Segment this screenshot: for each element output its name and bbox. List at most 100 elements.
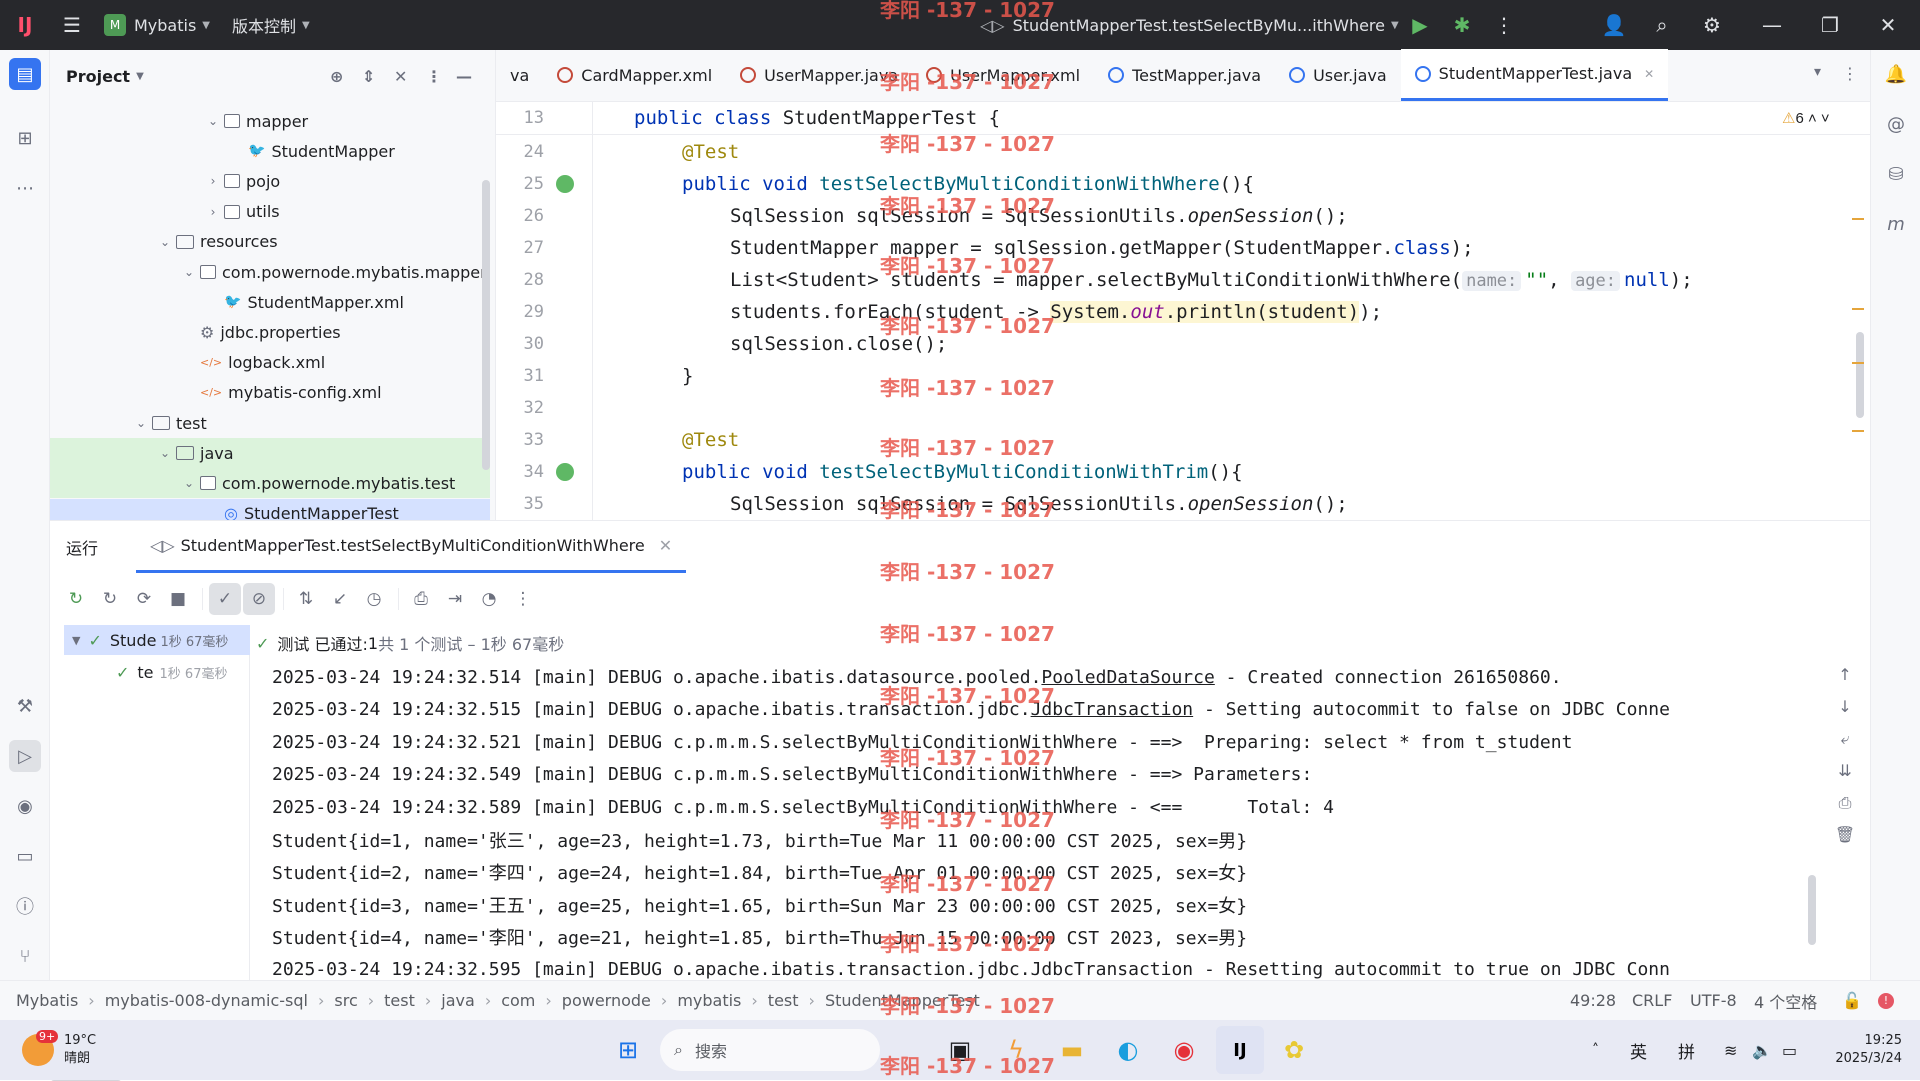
tree-item[interactable]: ◎ StudentMapperTest: [50, 498, 490, 520]
chevron-right-icon[interactable]: ›: [202, 205, 224, 219]
structure-icon[interactable]: ⊞: [9, 122, 41, 154]
console-link[interactable]: JdbcTransaction: [1031, 699, 1194, 720]
import-tests-icon[interactable]: ↙: [324, 583, 356, 615]
export-icon[interactable]: ⇥: [439, 583, 471, 615]
editor-tab[interactable]: UserMapper.java: [726, 49, 912, 101]
task-view-icon[interactable]: ▣: [936, 1026, 984, 1074]
chevron-down-icon[interactable]: ⌄: [202, 114, 224, 128]
breadcrumb-item[interactable]: mybatis: [677, 991, 741, 1010]
restore-icon[interactable]: ❐: [1808, 0, 1852, 50]
chevron-down-icon[interactable]: ⌄: [178, 265, 200, 279]
volume-icon[interactable]: 🔈: [1752, 1041, 1772, 1060]
options-icon[interactable]: ⋮: [426, 67, 442, 86]
tabs-more-icon[interactable]: ⋮: [1842, 64, 1858, 83]
more-tools-icon[interactable]: ⋯: [9, 172, 41, 204]
git-icon[interactable]: ⑂: [9, 940, 41, 972]
clock[interactable]: 19:25 2025/3/24: [1822, 1032, 1902, 1068]
project-panel-title[interactable]: Project: [66, 67, 130, 86]
intellij-logo-icon[interactable]: IJ: [0, 0, 50, 50]
add-user-icon[interactable]: 👤: [1592, 0, 1636, 50]
warning-stripe[interactable]: [1852, 218, 1864, 220]
scroll-down-icon[interactable]: ↓: [1830, 697, 1860, 729]
tree-item[interactable]: › pojo: [50, 166, 490, 196]
file-encoding[interactable]: UTF-8: [1690, 991, 1737, 1010]
warnings-indicator[interactable]: ⚠6 ˄ ˅: [1782, 109, 1830, 127]
cursor-position[interactable]: 49:28: [1570, 991, 1616, 1010]
tree-item[interactable]: ⌄ resources: [50, 227, 490, 257]
wifi-icon[interactable]: ≋: [1724, 1041, 1737, 1060]
editor-scrollbar[interactable]: [1856, 332, 1864, 418]
project-tool-icon[interactable]: ▤: [9, 58, 41, 90]
hide-panel-icon[interactable]: —: [456, 67, 472, 86]
tabs-dropdown-icon[interactable]: ▾: [1814, 64, 1821, 80]
run-config-selector[interactable]: ◁▷ StudentMapperTest.testSelectByMu...it…: [980, 0, 1399, 50]
console-scrollbar[interactable]: [1808, 875, 1816, 945]
tree-item[interactable]: ⌄ com.powernode.mybatis.test: [50, 468, 490, 499]
rerun-auto-icon[interactable]: ⟳: [128, 583, 160, 615]
tree-item[interactable]: </> logback.xml: [50, 348, 490, 378]
lock-icon[interactable]: 🔓: [1842, 991, 1862, 1010]
chevron-down-icon[interactable]: ▼: [136, 71, 144, 82]
scroll-to-end-icon[interactable]: ⇊: [1830, 761, 1860, 793]
more-actions-icon[interactable]: ⋮: [1482, 0, 1526, 50]
battery-icon[interactable]: ▭: [1782, 1041, 1797, 1060]
breadcrumb-item[interactable]: powernode: [562, 991, 651, 1010]
more-icon[interactable]: ⋮: [507, 583, 539, 615]
print-icon[interactable]: ⎙: [1830, 793, 1860, 825]
error-icon[interactable]: !: [1878, 992, 1894, 1009]
breadcrumb-item[interactable]: mybatis-008-dynamic-sql: [105, 991, 308, 1010]
clear-icon[interactable]: 🗑: [1830, 825, 1860, 857]
main-menu-icon[interactable]: ☰: [50, 0, 94, 50]
intellij-taskbar-icon[interactable]: IJ: [1216, 1026, 1264, 1074]
breadcrumb-item[interactable]: java: [441, 991, 475, 1010]
tree-item[interactable]: </> mybatis-config.xml: [50, 378, 490, 408]
edge-icon[interactable]: ◐: [1104, 1026, 1152, 1074]
problems-icon[interactable]: ⓘ: [9, 890, 41, 922]
close-tab-icon[interactable]: ✕: [1644, 67, 1654, 81]
settings-icon[interactable]: ⚙: [1690, 0, 1734, 50]
history-icon[interactable]: ◷: [358, 583, 390, 615]
close-icon[interactable]: ✕: [1866, 0, 1910, 50]
database-icon[interactable]: ⛁: [1880, 158, 1912, 190]
app-icon-yellow[interactable]: ✿: [1270, 1026, 1318, 1074]
tray-chevron-icon[interactable]: ˄: [1592, 1042, 1599, 1058]
editor-tab[interactable]: StudentMapperTest.java ✕: [1400, 49, 1669, 101]
chevron-down-icon[interactable]: ⌄: [154, 235, 176, 249]
tree-item[interactable]: 🐦 StudentMapper.xml: [50, 287, 490, 317]
notifications-icon[interactable]: 🔔: [1880, 58, 1912, 90]
breadcrumb-item[interactable]: src: [334, 991, 357, 1010]
console-output[interactable]: 2025-03-24 19:24:32.514 [main] DEBUG o.a…: [256, 661, 1870, 981]
tree-item[interactable]: ⌄ java: [50, 438, 490, 469]
taskbar-search[interactable]: ⌕ 搜索: [660, 1029, 880, 1071]
line-separator[interactable]: CRLF: [1632, 991, 1672, 1010]
editor-tab[interactable]: UserMapper.xml: [912, 49, 1094, 101]
build-icon[interactable]: ⚒: [9, 690, 41, 722]
test-tree-root[interactable]: ▼ ✓ Stude 1秒 67毫秒: [64, 625, 250, 655]
chevron-down-icon[interactable]: ⌄: [178, 476, 200, 490]
vcs-menu[interactable]: 版本控制 ▼: [232, 0, 310, 50]
ime-lang[interactable]: 英: [1630, 1038, 1647, 1063]
tree-item[interactable]: ⚙ jdbc.properties: [50, 317, 490, 347]
editor-tab[interactable]: User.java: [1275, 49, 1401, 101]
ime-mode[interactable]: 拼: [1678, 1038, 1695, 1063]
expand-all-icon[interactable]: ⇕: [362, 67, 375, 86]
show-passed-icon[interactable]: ✓: [209, 583, 241, 615]
rerun-failed-icon[interactable]: ↻: [94, 583, 126, 615]
debug-icon[interactable]: ✱: [1440, 0, 1484, 50]
collapse-all-icon[interactable]: ✕: [394, 67, 407, 86]
project-selector[interactable]: M Mybatis ▼: [104, 0, 210, 50]
run-tool-icon[interactable]: ▷: [9, 740, 41, 772]
weather-widget[interactable]: 9+ 19°C 晴朗: [22, 1030, 96, 1068]
soft-wrap-icon[interactable]: ⤶: [1830, 729, 1860, 761]
rerun-icon[interactable]: ↻: [60, 583, 92, 615]
breadcrumb-item[interactable]: StudentMapperTest: [825, 991, 980, 1010]
tree-item[interactable]: 🐦 StudentMapper: [50, 136, 490, 166]
coverage-icon[interactable]: ◔: [473, 583, 505, 615]
indent-setting[interactable]: 4 个空格: [1754, 989, 1817, 1013]
screenshot-icon[interactable]: ⎙: [405, 583, 437, 615]
terminal-icon[interactable]: ▭: [9, 840, 41, 872]
editor-tab[interactable]: TestMapper.java: [1094, 49, 1275, 101]
editor-tab[interactable]: CardMapper.xml: [543, 49, 726, 101]
warning-stripe[interactable]: [1852, 430, 1864, 432]
services-icon[interactable]: ◉: [9, 790, 41, 822]
